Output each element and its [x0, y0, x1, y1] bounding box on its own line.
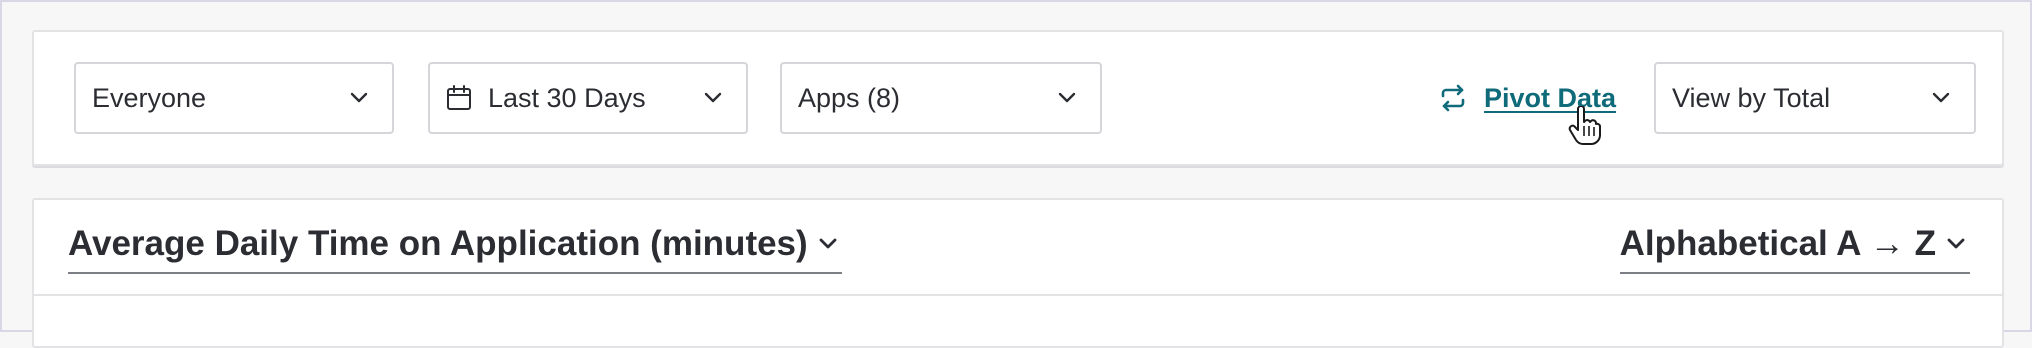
chevron-down-icon: [702, 87, 724, 109]
chevron-down-icon: [1930, 87, 1952, 109]
chevron-down-icon: [1946, 232, 1970, 256]
sort-selector[interactable]: Alphabetical A → Z: [1619, 224, 1970, 274]
apps-dropdown[interactable]: Apps (8): [780, 62, 1102, 134]
audience-dropdown-value: Everyone: [92, 82, 207, 113]
chevron-down-icon: [1056, 87, 1078, 109]
metric-selector-label: Average Daily Time on Application (minut…: [68, 224, 808, 263]
swap-arrows-icon: [1438, 83, 1468, 113]
view-by-dropdown[interactable]: View by Total: [1654, 62, 1976, 134]
chevron-down-icon: [348, 87, 370, 109]
view-by-dropdown-value: View by Total: [1672, 82, 1831, 113]
chart-panel: Average Daily Time on Application (minut…: [32, 198, 2004, 348]
calendar-icon: [446, 85, 472, 111]
divider: [34, 294, 2002, 296]
hand-pointer-icon: [1567, 105, 1601, 146]
date-range-dropdown-value: Last 30 Days: [488, 82, 646, 113]
apps-dropdown-value: Apps (8): [798, 82, 901, 113]
audience-dropdown[interactable]: Everyone: [74, 62, 394, 134]
filter-bar: Everyone Last 30 Days Apps (8) Pivot Dat…: [32, 30, 2004, 166]
metric-selector[interactable]: Average Daily Time on Application (minut…: [68, 224, 842, 274]
date-range-dropdown[interactable]: Last 30 Days: [428, 62, 748, 134]
app-frame: Everyone Last 30 Days Apps (8) Pivot Dat…: [0, 0, 2032, 348]
chevron-down-icon: [818, 232, 842, 256]
sort-selector-label: Alphabetical A → Z: [1619, 224, 1936, 263]
